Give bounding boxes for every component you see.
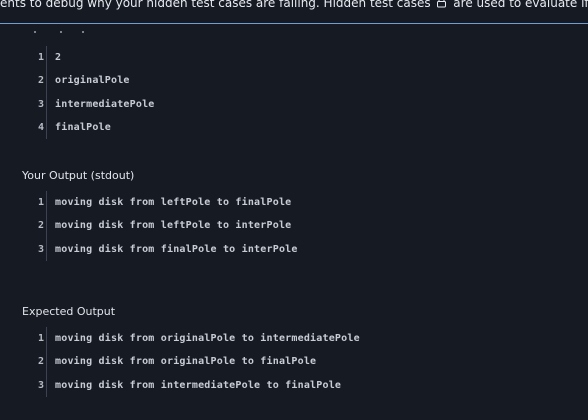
hidden-test-info-banner: ents to debug why your hidden test cases… [0,0,588,24]
expected-output-gutter-divider [46,327,47,397]
line-number: 2 [37,75,44,87]
line-number: 2 [37,356,44,368]
code-line: 3 intermediatePole [22,93,154,116]
code-line-text: 2 [55,52,62,64]
line-number: 1 [37,52,44,64]
code-line: 1 2 [22,46,61,69]
your-output-gutter-divider [46,191,47,261]
input-gutter-divider [46,46,47,139]
code-line-text: finalPole [55,122,111,134]
line-number: 3 [37,243,44,255]
line-number: 4 [37,122,44,134]
line-number: 1 [37,197,44,209]
expected-output-code-block: 1 moving disk from originalPole to inter… [22,327,360,397]
code-line-text: originalPole [55,75,130,87]
code-line-text: moving disk from finalPole to interPole [55,243,298,255]
code-line: 2 moving disk from leftPole to interPole [22,214,291,237]
lock-icon [436,0,447,12]
your-output-label: Your Output (stdout) [22,169,135,182]
code-line-text: moving disk from intermediatePole to fin… [55,379,342,391]
code-line: 3 moving disk from finalPole to interPol… [22,238,297,261]
code-line: 2 originalPole [22,69,129,92]
code-line-text: moving disk from leftPole to interPole [55,220,292,232]
banner-text-before: ents to debug why your hidden test cases… [0,0,431,10]
code-line-text: moving disk from originalPole to interme… [55,333,360,345]
expected-output-label: Expected Output [22,305,116,318]
hidden-test-info-text: ents to debug why your hidden test cases… [0,0,588,12]
code-line-text: moving disk from leftPole to finalPole [55,197,292,209]
code-line: 1 moving disk from leftPole to finalPole [22,191,291,214]
code-line: 4 finalPole [22,116,111,139]
truncated-heading-marks [34,31,94,35]
your-output-code-block: 1 moving disk from leftPole to finalPole… [22,191,297,261]
code-line-text: intermediatePole [55,98,155,110]
code-line: 1 moving disk from originalPole to inter… [22,327,360,350]
line-number: 3 [37,379,44,391]
input-code-block: 1 2 2 originalPole 3 intermediatePole 4 … [22,46,154,139]
code-line: 2 moving disk from originalPole to final… [22,350,316,373]
line-number: 2 [37,220,44,232]
code-line-text: moving disk from originalPole to finalPo… [55,356,317,368]
line-number: 1 [37,333,44,345]
line-number: 3 [37,98,44,110]
code-line: 3 moving disk from intermediatePole to f… [22,374,341,397]
banner-text-after: are used to evaluate if your code can m [453,0,588,10]
